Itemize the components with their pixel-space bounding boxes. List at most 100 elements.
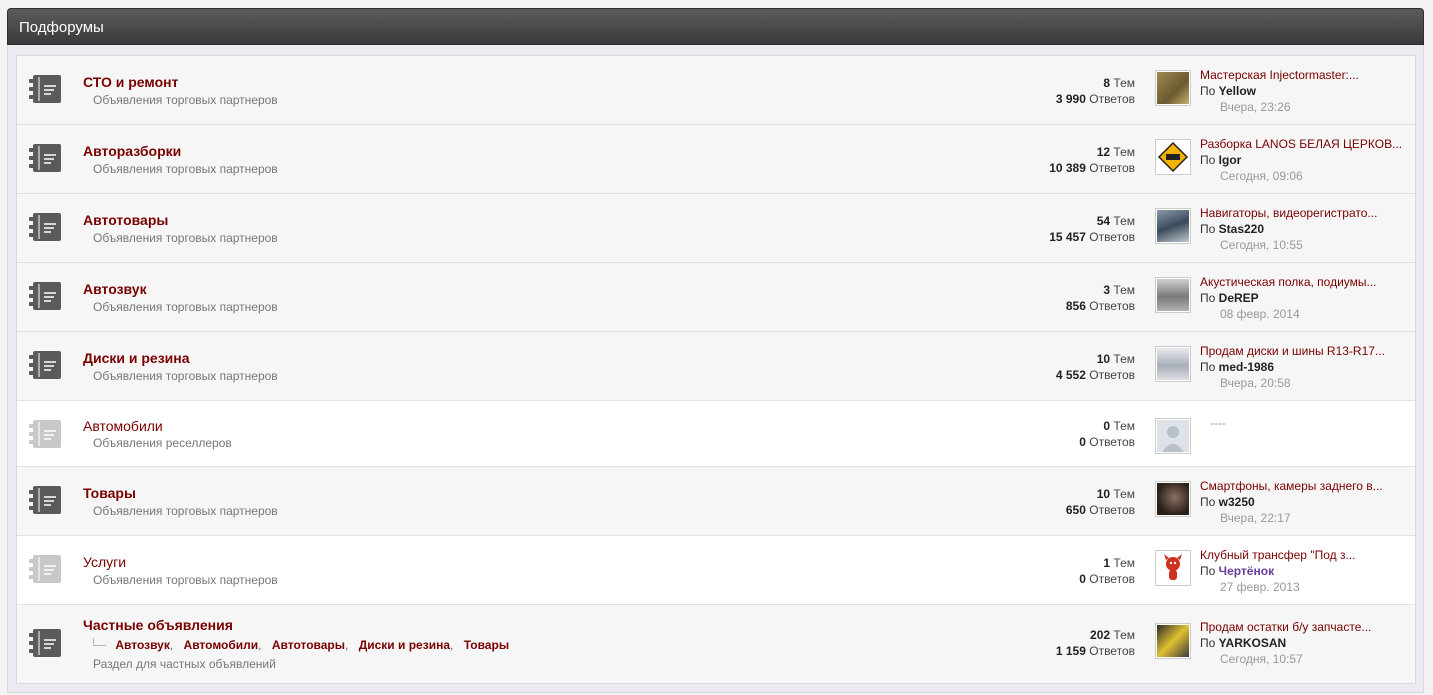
topics-label: Тем bbox=[1113, 352, 1135, 366]
forum-title-link[interactable]: Частные объявления bbox=[83, 617, 233, 633]
subforum-tree-icon: └─ bbox=[89, 638, 107, 652]
forum-row: Частные объявления └─ Автозвук, Автомоби… bbox=[17, 605, 1415, 683]
replies-label: Ответов bbox=[1089, 92, 1135, 106]
topics-label: Тем bbox=[1113, 556, 1135, 570]
topics-label: Тем bbox=[1113, 487, 1135, 501]
last-post-link[interactable]: Смартфоны, камеры заднего в... bbox=[1200, 479, 1383, 493]
last-post-author[interactable]: Чертёнок bbox=[1219, 564, 1274, 578]
user-avatar[interactable] bbox=[1155, 70, 1191, 106]
forum-title-link[interactable]: Автотовары bbox=[83, 212, 168, 228]
last-post-author[interactable]: Igor bbox=[1219, 153, 1242, 167]
last-post-author[interactable]: Yellow bbox=[1219, 84, 1256, 98]
last-post-link[interactable]: Навигаторы, видеорегистрато... bbox=[1200, 206, 1377, 220]
replies-label: Ответов bbox=[1089, 230, 1135, 244]
subforum-link[interactable]: Товары bbox=[464, 638, 509, 652]
last-post-date: Вчера, 22:17 bbox=[1220, 511, 1291, 525]
user-avatar[interactable] bbox=[1155, 346, 1191, 382]
last-post-author[interactable]: YARKOSAN bbox=[1219, 636, 1287, 650]
by-label: По bbox=[1200, 495, 1216, 509]
user-avatar[interactable] bbox=[1155, 550, 1191, 586]
last-post-info: Продам диски и шины R13-R17... По med-19… bbox=[1200, 343, 1385, 391]
last-post-author[interactable]: Stas220 bbox=[1219, 222, 1264, 236]
last-post-link[interactable]: Клубный трансфер "Под з... bbox=[1200, 548, 1355, 562]
replies-count: 3 990 bbox=[1055, 92, 1086, 106]
last-post-info: ---- bbox=[1210, 415, 1226, 431]
by-label: По bbox=[1200, 291, 1216, 305]
last-post-link[interactable]: Продам диски и шины R13-R17... bbox=[1200, 344, 1385, 358]
topics-label: Тем bbox=[1113, 76, 1135, 90]
replies-label: Ответов bbox=[1089, 572, 1135, 586]
subforum-link[interactable]: Автомобили bbox=[184, 638, 259, 652]
subforum-link[interactable]: Автозвук bbox=[115, 638, 170, 652]
forum-stats: 54 Тем 15 457 Ответов bbox=[1049, 213, 1135, 245]
forum-stats: 8 Тем 3 990 Ответов bbox=[1056, 75, 1135, 107]
subforum-link[interactable]: Автотовары bbox=[272, 638, 345, 652]
forum-read-icon[interactable] bbox=[29, 486, 61, 514]
forum-row: СТО и ремонт Объявления торговых партнер… bbox=[17, 56, 1415, 125]
last-post-date: 27 февр. 2013 bbox=[1220, 580, 1300, 594]
forum-stats: 10 Тем 4 552 Ответов bbox=[1056, 351, 1135, 383]
last-post-link[interactable]: Продам остатки б/у запчасте... bbox=[1200, 620, 1371, 634]
forum-title-link[interactable]: Автозвук bbox=[83, 281, 147, 297]
replies-count: 10 389 bbox=[1049, 161, 1086, 175]
by-label: По bbox=[1200, 360, 1216, 374]
forum-description: Объявления торговых партнеров bbox=[93, 231, 278, 245]
forum-row: Диски и резина Объявления торговых партн… bbox=[17, 332, 1415, 401]
last-post-date: Сегодня, 10:57 bbox=[1220, 652, 1303, 666]
forum-no-new-icon[interactable] bbox=[29, 420, 61, 448]
forum-stats: 0 Тем 0 Ответов bbox=[1079, 418, 1135, 450]
user-avatar[interactable] bbox=[1155, 623, 1191, 659]
topics-label: Тем bbox=[1113, 145, 1135, 159]
last-post-info: Мастерская Injectormaster:... По Yellow … bbox=[1200, 67, 1359, 115]
last-post-date: 08 февр. 2014 bbox=[1220, 307, 1300, 321]
forum-read-icon[interactable] bbox=[29, 213, 61, 241]
forum-description: Объявления торговых партнеров bbox=[93, 93, 278, 107]
last-post-author[interactable]: med-1986 bbox=[1219, 360, 1274, 374]
forum-title-link[interactable]: Авторазборки bbox=[83, 143, 181, 159]
forum-list: СТО и ремонт Объявления торговых партнер… bbox=[16, 55, 1416, 684]
forum-description: Объявления торговых партнеров bbox=[93, 369, 278, 383]
subforum-link[interactable]: Диски и резина bbox=[359, 638, 450, 652]
last-post-link[interactable]: Мастерская Injectormaster:... bbox=[1200, 68, 1359, 82]
user-avatar[interactable] bbox=[1155, 208, 1191, 244]
topics-count: 10 bbox=[1096, 352, 1111, 366]
topics-count: 3 bbox=[1103, 283, 1111, 297]
last-post-info: Смартфоны, камеры заднего в... По w3250 … bbox=[1200, 478, 1383, 526]
last-post-author[interactable]: DeREP bbox=[1219, 291, 1259, 305]
forum-row: Авторазборки Объявления торговых партнер… bbox=[17, 125, 1415, 194]
replies-label: Ответов bbox=[1089, 161, 1135, 175]
by-label: По bbox=[1200, 564, 1216, 578]
user-avatar[interactable] bbox=[1155, 139, 1191, 175]
forum-title-link[interactable]: СТО и ремонт bbox=[83, 74, 178, 90]
last-post-info: Навигаторы, видеорегистрато... По Stas22… bbox=[1200, 205, 1377, 253]
forum-title-link[interactable]: Товары bbox=[83, 485, 136, 501]
forum-title-link[interactable]: Автомобили bbox=[83, 418, 163, 434]
forum-read-icon[interactable] bbox=[29, 351, 61, 379]
forum-read-icon[interactable] bbox=[29, 282, 61, 310]
by-label: По bbox=[1200, 636, 1216, 650]
replies-count: 856 bbox=[1065, 299, 1086, 313]
topics-count: 1 bbox=[1103, 556, 1111, 570]
default-avatar-icon bbox=[1155, 418, 1191, 454]
replies-count: 4 552 bbox=[1055, 368, 1086, 382]
forum-read-icon[interactable] bbox=[29, 629, 61, 657]
forum-description: Объявления торговых партнеров bbox=[93, 300, 278, 314]
topics-count: 12 bbox=[1096, 145, 1111, 159]
last-post-link[interactable]: Разборка LANOS БЕЛАЯ ЦЕРКОВ... bbox=[1200, 137, 1402, 151]
last-post-date: Вчера, 23:26 bbox=[1220, 100, 1291, 114]
forum-stats: 12 Тем 10 389 Ответов bbox=[1049, 144, 1135, 176]
forum-title-link[interactable]: Диски и резина bbox=[83, 350, 190, 366]
last-post-link[interactable]: Акустическая полка, подиумы... bbox=[1200, 275, 1377, 289]
forum-no-new-icon[interactable] bbox=[29, 555, 61, 583]
by-label: По bbox=[1200, 84, 1216, 98]
forum-title-link[interactable]: Услуги bbox=[83, 554, 126, 570]
topics-count: 54 bbox=[1096, 214, 1111, 228]
user-avatar[interactable] bbox=[1155, 277, 1191, 313]
replies-count: 15 457 bbox=[1049, 230, 1086, 244]
forum-read-icon[interactable] bbox=[29, 144, 61, 172]
forum-row: Автозвук Объявления торговых партнеров 3… bbox=[17, 263, 1415, 332]
user-avatar[interactable] bbox=[1155, 481, 1191, 517]
forum-stats: 1 Тем 0 Ответов bbox=[1079, 555, 1135, 587]
last-post-author[interactable]: w3250 bbox=[1219, 495, 1255, 509]
forum-read-icon[interactable] bbox=[29, 75, 61, 103]
